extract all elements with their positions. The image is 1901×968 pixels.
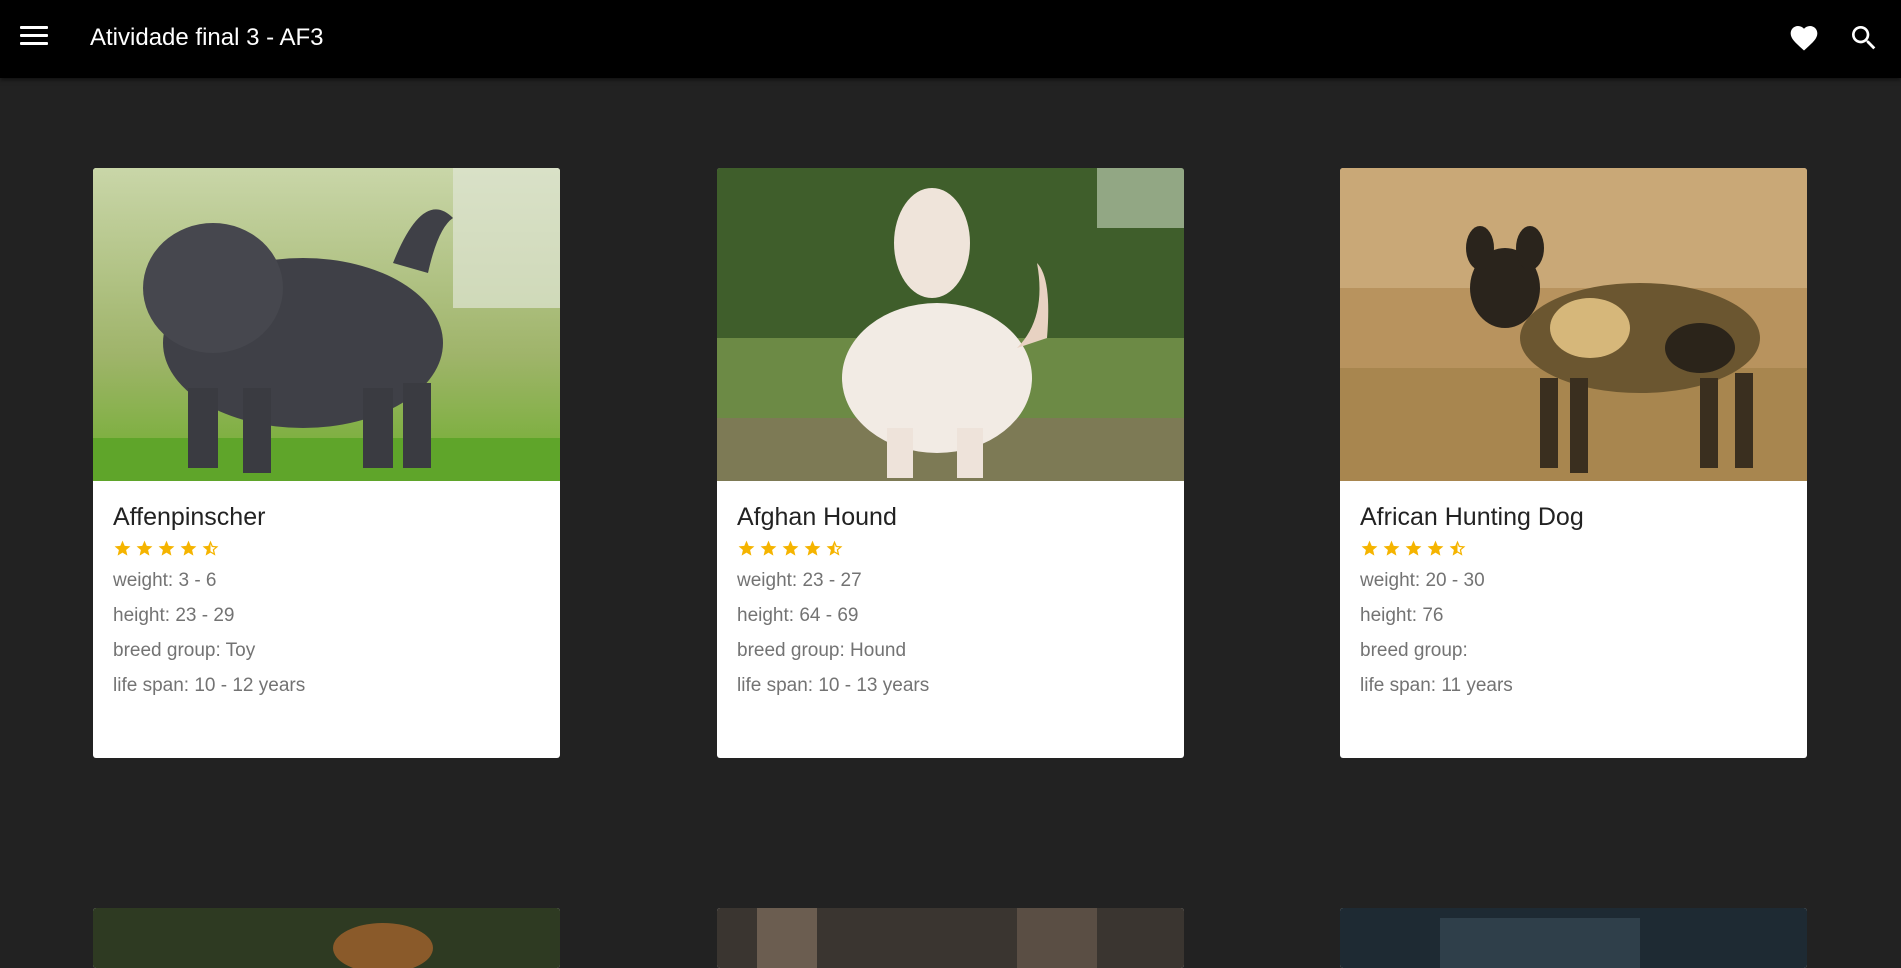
dog-photo bbox=[717, 168, 1184, 481]
breed-group-text: breed group: bbox=[1360, 640, 1468, 661]
dog-photo bbox=[1340, 168, 1807, 481]
card-body: Affenpinscher weight: 3 - 6 height: 23 -… bbox=[113, 501, 540, 703]
rating-stars bbox=[737, 539, 1164, 561]
rating-stars bbox=[1360, 539, 1787, 561]
height-text: height: 76 bbox=[1360, 605, 1444, 626]
breed-card[interactable]: Affenpinscher weight: 3 - 6 height: 23 -… bbox=[93, 168, 560, 758]
breed-card[interactable] bbox=[93, 908, 560, 968]
weight-text: weight: 3 - 6 bbox=[113, 570, 217, 591]
star-icon bbox=[1361, 540, 1378, 556]
life-span-text: life span: 10 - 12 years bbox=[113, 675, 306, 696]
star-half-icon bbox=[826, 540, 843, 556]
breed-name: Afghan Hound bbox=[737, 503, 897, 531]
card-body: African Hunting Dog weight: 20 - 30 heig… bbox=[1360, 501, 1787, 703]
life-span-text: life span: 11 years bbox=[1360, 675, 1513, 696]
breed-card[interactable]: Afghan Hound weight: 23 - 27 height: 64 … bbox=[717, 168, 1184, 758]
breed-name: Affenpinscher bbox=[113, 503, 266, 531]
height-text: height: 23 - 29 bbox=[113, 605, 235, 626]
star-icon bbox=[158, 540, 175, 556]
star-icon bbox=[738, 540, 755, 556]
breed-card[interactable]: African Hunting Dog weight: 20 - 30 heig… bbox=[1340, 168, 1807, 758]
star-icon bbox=[114, 540, 131, 556]
breed-group-text: breed group: Hound bbox=[737, 640, 907, 661]
weight-text: weight: 23 - 27 bbox=[737, 570, 862, 591]
star-icon bbox=[760, 540, 777, 556]
breed-card[interactable] bbox=[1340, 908, 1807, 968]
weight-text: weight: 20 - 30 bbox=[1360, 570, 1485, 591]
dog-photo bbox=[93, 168, 560, 481]
star-icon bbox=[180, 540, 197, 556]
life-span-text: life span: 10 - 13 years bbox=[737, 675, 930, 696]
star-icon bbox=[1405, 540, 1422, 556]
breed-name: African Hunting Dog bbox=[1360, 503, 1584, 531]
breed-card[interactable] bbox=[717, 908, 1184, 968]
hamburger-menu-icon[interactable] bbox=[20, 26, 48, 50]
card-body: Afghan Hound weight: 23 - 27 height: 64 … bbox=[737, 501, 1164, 703]
search-icon[interactable] bbox=[1848, 22, 1880, 54]
page-title: Atividade final 3 - AF3 bbox=[90, 24, 324, 51]
star-icon bbox=[804, 540, 821, 556]
dog-photo bbox=[1340, 908, 1807, 968]
rating-stars bbox=[113, 539, 540, 561]
star-icon bbox=[136, 540, 153, 556]
star-icon bbox=[1427, 540, 1444, 556]
star-icon bbox=[782, 540, 799, 556]
dog-photo bbox=[93, 908, 560, 968]
dog-photo bbox=[717, 908, 1184, 968]
top-app-bar: Atividade final 3 - AF3 bbox=[0, 0, 1901, 78]
star-icon bbox=[1383, 540, 1400, 556]
breed-group-text: breed group: Toy bbox=[113, 640, 256, 661]
height-text: height: 64 - 69 bbox=[737, 605, 859, 626]
star-half-icon bbox=[1449, 540, 1466, 556]
heart-icon[interactable] bbox=[1788, 22, 1820, 54]
star-half-icon bbox=[202, 540, 219, 556]
